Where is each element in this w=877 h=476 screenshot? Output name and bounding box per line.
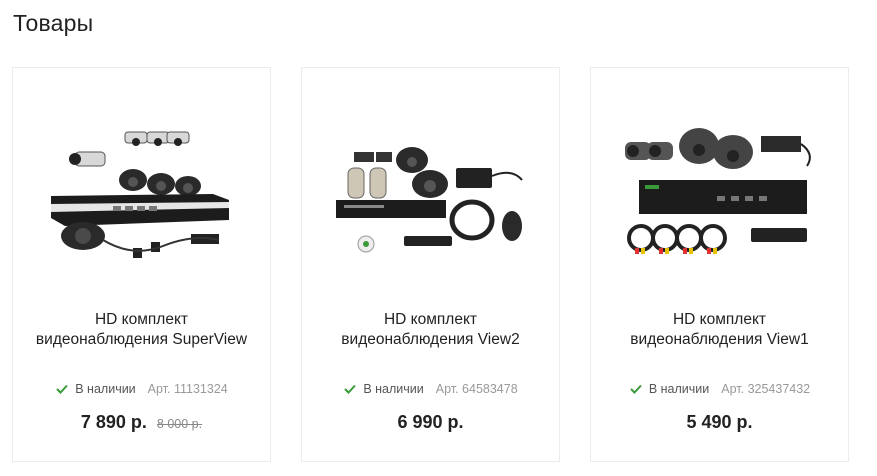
old-price: 8 000 р. xyxy=(156,417,203,431)
product-grid: HD комплект видеонаблюдения SuperView В … xyxy=(12,67,849,462)
current-price: 7 890 р. xyxy=(80,412,147,432)
price-block: 6 990 р. xyxy=(302,412,559,433)
cctv-kit-image xyxy=(51,131,229,258)
product-meta: В наличии Арт. 325437432 xyxy=(591,382,848,396)
product-card[interactable]: HD комплект видеонаблюдения SuperView В … xyxy=(12,67,271,462)
check-icon xyxy=(344,384,357,394)
stock-status: В наличии xyxy=(55,382,136,396)
stock-label: В наличии xyxy=(648,382,710,396)
price-block: 5 490 р. xyxy=(591,412,848,433)
stock-status: В наличии xyxy=(343,382,424,396)
article-number: Арт. 11131324 xyxy=(147,382,228,396)
stock-label: В наличии xyxy=(75,382,136,396)
product-name[interactable]: HD комплект видеонаблюдения View2 xyxy=(316,310,545,350)
stock-status: В наличии xyxy=(629,382,709,396)
product-name[interactable]: HD комплект видеонаблюдения SuperView xyxy=(27,310,256,350)
product-image[interactable] xyxy=(43,108,242,283)
stock-label: В наличии xyxy=(363,382,424,396)
check-icon xyxy=(56,384,68,394)
product-card[interactable]: HD комплект видеонаблюдения View1 В нали… xyxy=(590,67,849,462)
product-meta: В наличии Арт. 11131324 xyxy=(13,382,270,396)
product-image[interactable] xyxy=(621,108,820,283)
check-icon xyxy=(630,384,642,394)
product-image[interactable] xyxy=(332,108,531,283)
article-number: Арт. 325437432 xyxy=(721,382,811,396)
article-number: Арт. 64583478 xyxy=(435,382,518,396)
cctv-kit-image xyxy=(625,128,811,254)
cctv-kit-image xyxy=(336,147,523,253)
product-name[interactable]: HD комплект видеонаблюдения View1 xyxy=(605,310,834,350)
page-title: Товары xyxy=(13,10,94,36)
current-price: 6 990 р. xyxy=(397,412,464,432)
current-price: 5 490 р. xyxy=(686,412,753,432)
price-block: 7 890 р. 8 000 р. xyxy=(13,412,270,433)
product-card[interactable]: HD комплект видеонаблюдения View2 В нали… xyxy=(301,67,560,462)
product-meta: В наличии Арт. 64583478 xyxy=(302,382,559,396)
